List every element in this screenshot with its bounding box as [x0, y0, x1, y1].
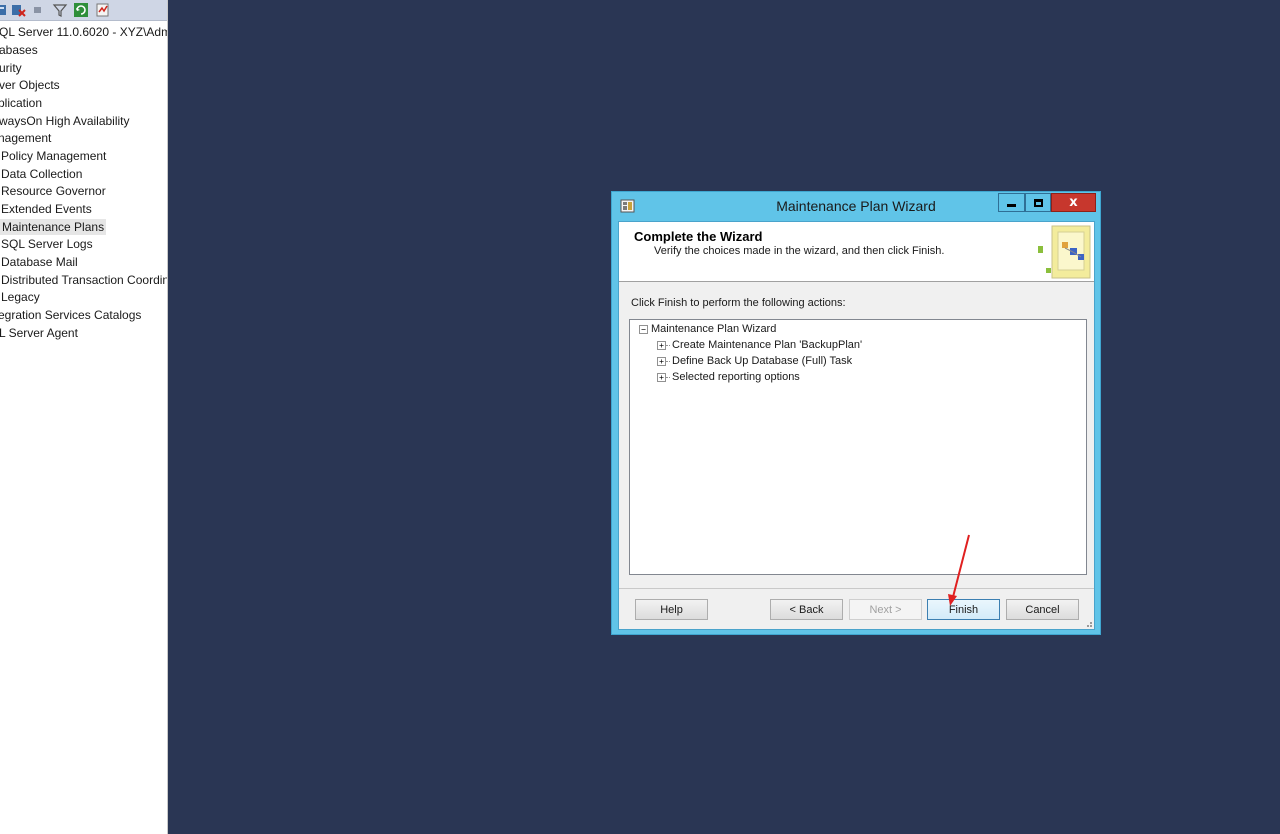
- expand-icon[interactable]: +: [657, 356, 666, 366]
- tree-connector: [666, 344, 670, 346]
- help-button[interactable]: Help: [635, 599, 708, 620]
- tree-item-sql-server-agent[interactable]: L Server Agent: [0, 325, 78, 343]
- close-icon: x: [1069, 195, 1078, 210]
- tree-node-root-label: Maintenance Plan Wizard: [651, 323, 777, 335]
- maximize-button[interactable]: [1025, 193, 1051, 212]
- instruction-text: Click Finish to perform the following ac…: [631, 297, 846, 309]
- object-explorer-panel: QL Server 11.0.6020 - XYZ\Admir abases u…: [0, 0, 168, 834]
- connect-icon[interactable]: [0, 2, 10, 18]
- tree-node-create-plan[interactable]: + Create Maintenance Plan 'BackupPlan': [657, 338, 862, 352]
- tree-item-legacy[interactable]: Legacy: [1, 289, 40, 307]
- tree-item-maintenance-plans[interactable]: Maintenance Plans: [0, 219, 107, 237]
- tree-item-policy-management[interactable]: Policy Management: [1, 148, 106, 166]
- object-explorer-toolbar: [0, 0, 167, 21]
- tree-node-label: Create Maintenance Plan 'BackupPlan': [672, 339, 863, 351]
- page-subtitle: Verify the choices made in the wizard, a…: [654, 245, 945, 257]
- finish-button[interactable]: Finish: [927, 599, 1000, 620]
- tree-item-management[interactable]: nagement: [0, 130, 51, 148]
- tree-item-integration-services[interactable]: egration Services Catalogs: [0, 307, 141, 325]
- page-title: Complete the Wizard: [634, 229, 763, 244]
- cancel-button[interactable]: Cancel: [1006, 599, 1079, 620]
- minimize-icon: [1007, 203, 1016, 207]
- tree-item-dtc[interactable]: Distributed Transaction Coordin: [1, 272, 167, 290]
- wizard-header-illustration-icon: [1038, 225, 1091, 279]
- expand-icon[interactable]: +: [657, 372, 666, 382]
- activity-monitor-icon[interactable]: [95, 2, 111, 18]
- tree-node-backup-task[interactable]: + Define Back Up Database (Full) Task: [657, 354, 852, 368]
- tree-node-reporting-options[interactable]: + Selected reporting options: [657, 370, 800, 384]
- tree-item-databases[interactable]: abases: [0, 42, 38, 60]
- refresh-icon[interactable]: [73, 2, 89, 18]
- wizard-header: Complete the Wizard Verify the choices m…: [619, 222, 1094, 282]
- tree-node-label: Define Back Up Database (Full) Task: [672, 355, 853, 367]
- wizard-client-area: Complete the Wizard Verify the choices m…: [618, 221, 1095, 630]
- tree-item-security[interactable]: urity: [0, 60, 22, 78]
- collapse-icon[interactable]: −: [639, 324, 648, 334]
- minimize-button[interactable]: [998, 193, 1025, 212]
- tree-connector: [666, 376, 670, 378]
- resize-grip-icon[interactable]: [1083, 618, 1093, 628]
- tree-item-data-collection[interactable]: Data Collection: [1, 166, 82, 184]
- tree-item-server-objects[interactable]: ver Objects: [0, 77, 60, 95]
- back-button[interactable]: < Back: [770, 599, 843, 620]
- next-button: Next >: [849, 599, 922, 620]
- disconnect-icon[interactable]: [10, 2, 26, 18]
- maintenance-plan-wizard-window: Maintenance Plan Wizard x Complete the W…: [611, 191, 1101, 635]
- tree-item-database-mail[interactable]: Database Mail: [1, 254, 78, 272]
- expand-icon[interactable]: +: [657, 340, 666, 350]
- tree-item-sql-server-logs[interactable]: SQL Server Logs: [1, 236, 93, 254]
- actions-tree-view[interactable]: − Maintenance Plan Wizard + Create Maint…: [629, 319, 1087, 575]
- tree-item-alwayson[interactable]: waysOn High Availability: [0, 113, 130, 131]
- maximize-icon: [1033, 198, 1043, 207]
- tree-node-label: Selected reporting options: [672, 371, 800, 383]
- tree-node-root[interactable]: − Maintenance Plan Wizard: [639, 322, 776, 336]
- tree-connector: [666, 360, 670, 362]
- tree-item-replication[interactable]: plication: [0, 95, 42, 113]
- button-bar-divider: [619, 588, 1094, 589]
- window-titlebar[interactable]: Maintenance Plan Wizard x: [612, 192, 1100, 221]
- tree-item-server[interactable]: QL Server 11.0.6020 - XYZ\Admir: [0, 24, 167, 42]
- tree-item-resource-governor[interactable]: Resource Governor: [1, 183, 106, 201]
- stop-icon[interactable]: [30, 2, 46, 18]
- tree-item-extended-events[interactable]: Extended Events: [1, 201, 92, 219]
- close-button[interactable]: x: [1051, 193, 1096, 212]
- filter-icon[interactable]: [52, 2, 68, 18]
